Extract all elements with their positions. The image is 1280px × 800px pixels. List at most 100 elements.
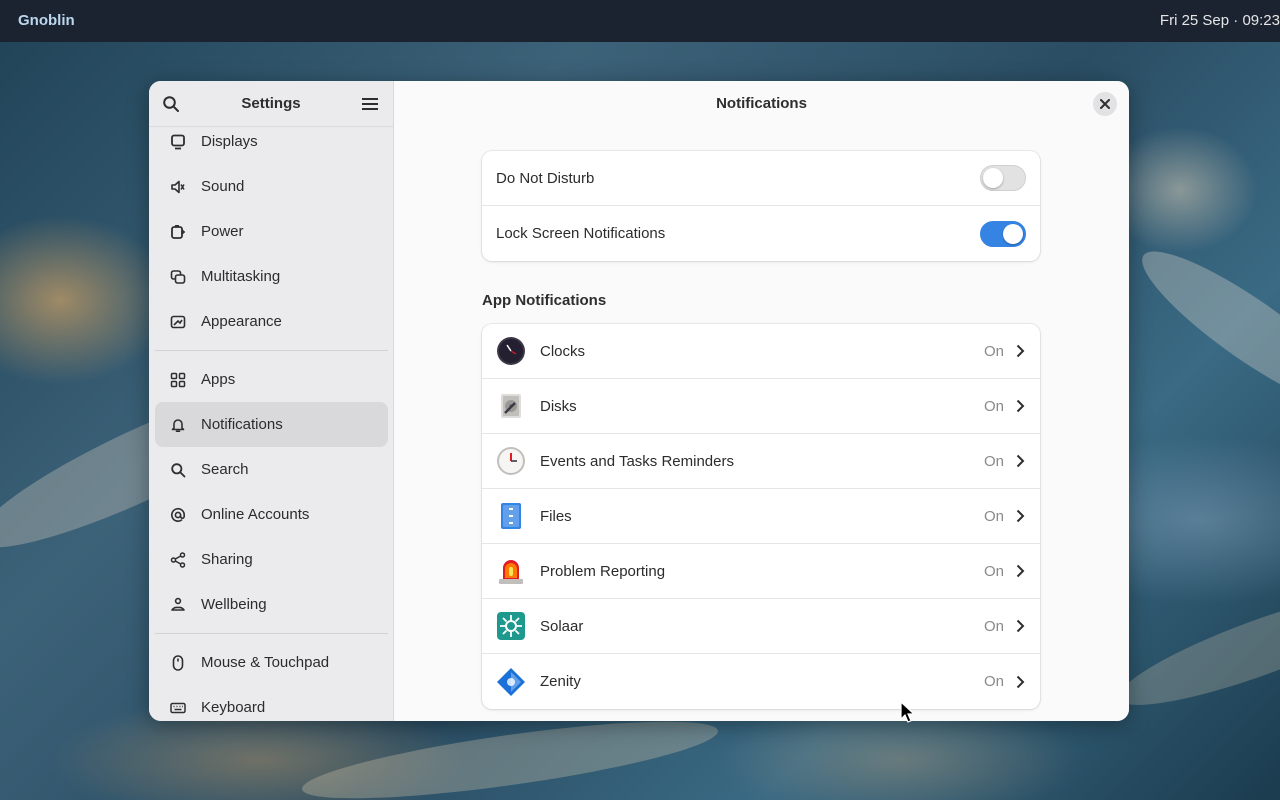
chevron-right-icon: [1014, 675, 1026, 689]
sidebar-item-label: Keyboard: [201, 699, 266, 716]
status-text: On: [983, 617, 1004, 635]
status-text: On: [983, 452, 1004, 470]
sidebar-item-online-accounts[interactable]: Online Accounts: [155, 492, 388, 537]
app-row-problem-reporting[interactable]: Problem Reporting On: [482, 544, 1040, 599]
sidebar-item-mouse-touchpad[interactable]: Mouse & Touchpad: [155, 640, 388, 685]
sidebar-item-label: Wellbeing: [201, 596, 267, 613]
sidebar-title: Settings: [241, 95, 301, 112]
status-text: On: [983, 673, 1004, 690]
app-row-solaar[interactable]: Solaar On: [482, 599, 1040, 654]
sidebar-item-sound[interactable]: Sound: [155, 164, 388, 209]
close-icon: [1100, 99, 1110, 109]
sidebar-item-label: Notifications: [201, 416, 283, 433]
sidebar-item-multitasking[interactable]: Multitasking: [155, 254, 388, 299]
app-name: Solaar: [540, 617, 584, 635]
speaker-icon: [169, 178, 187, 196]
sidebar-item-label: Appearance: [201, 313, 282, 330]
status-text: On: [983, 342, 1004, 360]
chevron-right-icon: [1014, 454, 1026, 468]
share-icon: [169, 551, 187, 569]
sidebar-item-label: Online Accounts: [201, 506, 310, 523]
wellbeing-icon: [169, 596, 187, 614]
reminders-app-icon: [496, 446, 526, 476]
activities-button[interactable]: Gnoblin: [18, 12, 75, 29]
status-text: On: [983, 562, 1004, 580]
app-name: Clocks: [540, 342, 586, 360]
app-name: Files: [540, 507, 572, 525]
multitasking-icon: [169, 268, 187, 286]
wallpaper-shape: [1109, 570, 1280, 725]
chevron-right-icon: [1014, 619, 1026, 633]
do-not-disturb-toggle[interactable]: [980, 165, 1026, 191]
sidebar-item-label: Mouse & Touchpad: [201, 654, 330, 671]
app-name: Events and Tasks Reminders: [540, 452, 734, 470]
sidebar: Settings Displays Sound Power Multitaski…: [149, 81, 394, 721]
sidebar-item-keyboard[interactable]: Keyboard: [155, 685, 388, 721]
sidebar-item-search[interactable]: Search: [155, 447, 388, 492]
close-window-button[interactable]: [1093, 92, 1117, 116]
battery-icon: [169, 223, 187, 241]
app-row-events-and-tasks-reminders[interactable]: Events and Tasks Reminders On: [482, 434, 1040, 489]
mouse-icon: [169, 654, 187, 672]
sidebar-item-sharing[interactable]: Sharing: [155, 537, 388, 582]
solaar-app-icon: [496, 611, 526, 641]
app-row-disks[interactable]: Disks On: [482, 379, 1040, 434]
page-title: Notifications: [716, 95, 807, 112]
general-settings-card: Do Not Disturb Lock Screen Notifications: [482, 151, 1040, 261]
status-text: On: [983, 397, 1004, 415]
sidebar-item-notifications[interactable]: Notifications: [155, 402, 388, 447]
row-label: Do Not Disturb: [496, 169, 595, 187]
app-row-files[interactable]: Files On: [482, 489, 1040, 544]
bell-icon: [169, 416, 187, 434]
sidebar-nav: Displays Sound Power Multitasking Appear…: [155, 119, 388, 721]
top-bar: Gnoblin Fri 25 Sep · 09:23: [0, 0, 1280, 42]
app-row-zenity[interactable]: Zenity On: [482, 654, 1040, 709]
clock[interactable]: Fri 25 Sep · 09:23: [1160, 12, 1280, 29]
files-app-icon: [496, 501, 526, 531]
display-icon: [169, 133, 187, 151]
lock-screen-notifications-toggle[interactable]: [980, 220, 1026, 247]
row-label: Lock Screen Notifications: [496, 225, 666, 242]
sidebar-item-label: Sharing: [201, 551, 253, 568]
sidebar-header: Settings: [149, 81, 393, 127]
app-row-clocks[interactable]: Clocks On: [482, 324, 1040, 379]
chevron-right-icon: [1014, 564, 1026, 578]
notifications-panel: Notifications Do Not Disturb Lock Screen…: [394, 81, 1129, 721]
do-not-disturb-row[interactable]: Do Not Disturb: [482, 151, 1040, 206]
at-sign-icon: [169, 506, 187, 524]
sidebar-item-label: Displays: [201, 133, 258, 150]
sidebar-item-label: Apps: [201, 371, 236, 388]
sidebar-item-power[interactable]: Power: [155, 209, 388, 254]
sidebar-item-label: Power: [201, 223, 244, 240]
apps-grid-icon: [169, 371, 187, 389]
chevron-right-icon: [1014, 509, 1026, 523]
app-notifications-heading: App Notifications: [482, 292, 607, 309]
alarm-siren-app-icon: [496, 556, 526, 586]
app-name: Zenity: [540, 673, 581, 690]
appearance-icon: [169, 313, 187, 331]
app-name: Problem Reporting: [540, 562, 666, 580]
disks-app-icon: [496, 391, 526, 421]
settings-window: Settings Displays Sound Power Multitaski…: [149, 81, 1129, 721]
app-notifications-list: Clocks On Disks On Events and Tasks Remi…: [482, 324, 1040, 709]
sidebar-item-label: Search: [201, 461, 249, 478]
hamburger-menu-icon: [362, 98, 378, 110]
main-menu-button[interactable]: [358, 92, 382, 116]
sidebar-item-wellbeing[interactable]: Wellbeing: [155, 582, 388, 627]
mouse-pointer-icon: [900, 701, 914, 723]
wallpaper-shape: [1126, 230, 1280, 430]
search-icon: [169, 461, 187, 479]
status-text: On: [983, 507, 1004, 525]
keyboard-icon: [169, 699, 187, 717]
sidebar-separator: [155, 350, 388, 351]
sidebar-separator: [155, 633, 388, 634]
sidebar-item-apps[interactable]: Apps: [155, 357, 388, 402]
app-name: Disks: [540, 397, 577, 415]
sidebar-item-label: Multitasking: [201, 268, 281, 285]
chevron-right-icon: [1014, 344, 1026, 358]
sidebar-item-appearance[interactable]: Appearance: [155, 299, 388, 344]
lock-screen-notifications-row[interactable]: Lock Screen Notifications: [482, 206, 1040, 261]
zenity-app-icon: [496, 667, 526, 697]
chevron-right-icon: [1014, 399, 1026, 413]
clock-app-icon: [496, 336, 526, 366]
